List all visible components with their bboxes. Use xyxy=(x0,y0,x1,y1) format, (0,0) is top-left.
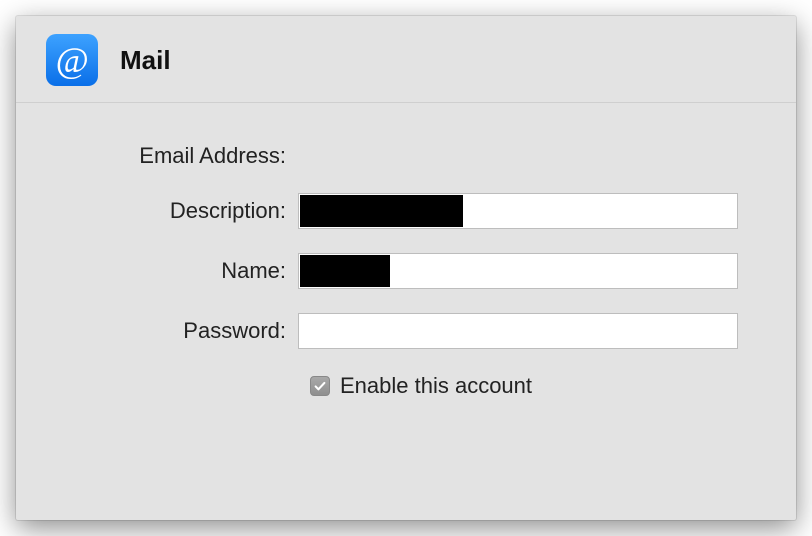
email-address-label: Email Address: xyxy=(62,143,298,169)
description-label: Description: xyxy=(62,198,298,224)
mail-settings-pane: @ Mail Email Address: Description: Name:… xyxy=(16,16,796,520)
at-sign-icon: @ xyxy=(46,34,98,86)
name-label: Name: xyxy=(62,258,298,284)
enable-account-checkbox[interactable] xyxy=(310,376,330,396)
description-row: Description: xyxy=(62,193,750,229)
name-row: Name: xyxy=(62,253,750,289)
password-label: Password: xyxy=(62,318,298,344)
name-field[interactable] xyxy=(298,253,738,289)
page-title: Mail xyxy=(120,45,171,76)
form-area: Email Address: Description: Name: Passwo… xyxy=(16,103,796,399)
checkmark-icon xyxy=(313,379,327,393)
at-sign-glyph: @ xyxy=(55,39,88,81)
password-row: Password: xyxy=(62,313,750,349)
description-field[interactable] xyxy=(298,193,738,229)
enable-account-row: Enable this account xyxy=(310,373,750,399)
enable-account-label[interactable]: Enable this account xyxy=(340,373,532,399)
password-field[interactable] xyxy=(298,313,738,349)
email-address-row: Email Address: xyxy=(62,143,750,169)
header: @ Mail xyxy=(16,16,796,103)
